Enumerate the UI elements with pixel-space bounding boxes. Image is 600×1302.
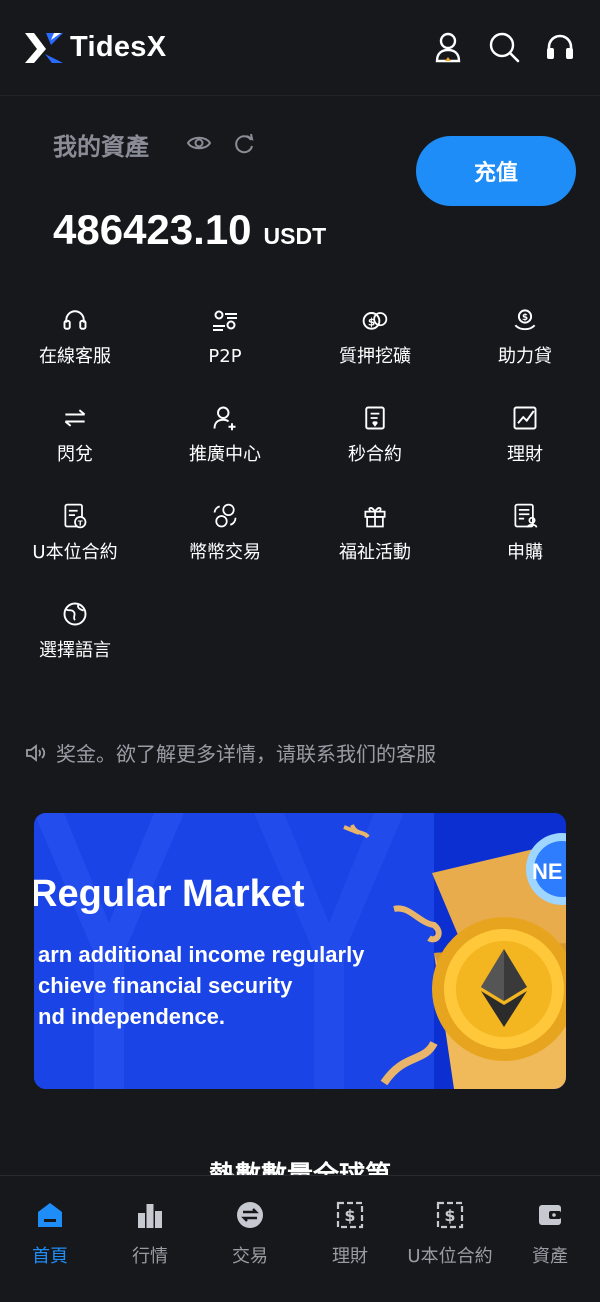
gift-icon	[364, 507, 386, 528]
grid-item-coin-exchange[interactable]: 幣幣交易	[150, 502, 300, 564]
grid-item-subscribe[interactable]: 申購	[450, 502, 600, 564]
grid-item-staking[interactable]: $ 質押挖礦	[300, 306, 450, 368]
nav-label: 理財	[332, 1246, 368, 1267]
banner-line: chieve financial security	[38, 973, 293, 998]
nav-item-home[interactable]: 首頁	[0, 1176, 100, 1302]
grid-item-referral[interactable]: 推廣中心	[150, 404, 300, 466]
grid-label: 申購	[507, 542, 543, 563]
grid-label: 幣幣交易	[189, 542, 261, 563]
eye-icon[interactable]	[186, 132, 212, 158]
user-icon[interactable]	[432, 30, 464, 64]
home-icon	[38, 1203, 62, 1227]
deposit-button[interactable]: 充值	[416, 136, 576, 206]
nav-label: 首頁	[32, 1246, 68, 1267]
headset-icon[interactable]	[544, 30, 576, 64]
notice-bar[interactable]: 奖金。欲了解更多详情，请联系我们的客服	[24, 738, 436, 767]
grid-item-u-contract[interactable]: T U本位合約	[0, 502, 150, 564]
grid-item-swap[interactable]: 閃兌	[0, 404, 150, 466]
user-add-icon	[213, 406, 236, 431]
contract-icon	[365, 406, 385, 430]
tidesx-logo-icon	[25, 32, 63, 63]
grid-label: 福祉活動	[339, 542, 411, 563]
nav-item-markets[interactable]: 行情	[100, 1176, 200, 1302]
nav-label: 資產	[532, 1246, 568, 1267]
grid-item-p2p[interactable]: P2P	[150, 306, 300, 368]
grid-item-seconds-contract[interactable]: 秒合約	[300, 404, 450, 466]
svg-text:$: $	[444, 1206, 455, 1225]
top-header: TidesX	[0, 0, 600, 96]
app-logo[interactable]: TidesX	[24, 31, 166, 65]
grid-label: 助力貸	[498, 346, 552, 367]
banner-title: Regular Market	[34, 873, 305, 915]
grid-label: 在線客服	[39, 346, 111, 367]
refresh-icon[interactable]	[233, 132, 255, 158]
notice-text: 奖金。欲了解更多详情，请联系我们的客服	[56, 742, 436, 766]
wealth-icon: $	[336, 1201, 364, 1229]
nav-item-trade[interactable]: 交易	[200, 1176, 300, 1302]
grid-label: 推廣中心	[189, 444, 261, 465]
headset-icon	[63, 310, 87, 330]
nav-label: U本位合約	[407, 1246, 493, 1267]
swap-icon	[64, 409, 86, 427]
svg-text:$: $	[522, 313, 528, 323]
banner-line: nd independence.	[38, 1004, 226, 1029]
balance-amount: 486423.10	[53, 206, 252, 253]
nav-item-wealth[interactable]: $ 理財	[300, 1176, 400, 1302]
speaker-icon	[26, 743, 46, 762]
grid-item-wealth[interactable]: 理財	[450, 404, 600, 466]
grid-item-loan[interactable]: $ 助力貸	[450, 306, 600, 368]
grid-item-language[interactable]: 選擇語言	[0, 600, 150, 662]
promo-banner[interactable]: NE Regular Market arn additional income …	[34, 813, 566, 1089]
grid-label: 選擇語言	[39, 640, 111, 661]
banner-badge: NE	[532, 859, 563, 884]
grid-label: 質押挖礦	[339, 346, 411, 367]
balance-unit: USDT	[263, 223, 327, 249]
coins-icon: $	[362, 312, 388, 330]
my-assets-title: 我的資產	[53, 133, 149, 161]
quick-actions-grid: 在線客服 P2P $ 質押挖礦 $ 助力貸 閃兌 推廣中心 秒合約 理財 T U…	[0, 306, 600, 662]
p2p-icon	[213, 310, 237, 331]
u-contract-icon: T	[64, 503, 87, 529]
asset-balance: 486423.10 USDT	[53, 206, 326, 254]
nav-label: 交易	[232, 1246, 268, 1267]
grid-label: U本位合約	[32, 542, 118, 563]
grid-item-welfare[interactable]: 福祉活動	[300, 502, 450, 564]
grid-item-customer-service[interactable]: 在線客服	[0, 306, 150, 368]
grid-label: 理財	[507, 444, 543, 465]
trade-icon	[237, 1202, 263, 1228]
brand-name: TidesX	[70, 31, 167, 63]
globe-icon	[63, 602, 87, 626]
wallet-icon	[539, 1205, 561, 1225]
nav-item-u-contract[interactable]: $ U本位合約	[400, 1176, 500, 1302]
banner-line: arn additional income regularly	[38, 942, 365, 967]
search-icon[interactable]	[488, 30, 520, 64]
bottom-nav: 首頁 行情 交易 $ 理財 $ U本位合約 資產	[0, 1175, 600, 1302]
nav-label: 行情	[132, 1246, 168, 1267]
svg-text:T: T	[78, 520, 83, 528]
coin-exchange-icon	[213, 503, 237, 528]
svg-text:$: $	[368, 316, 375, 328]
svg-text:$: $	[344, 1206, 355, 1225]
nav-item-assets[interactable]: 資產	[500, 1176, 600, 1302]
grid-label: 閃兌	[57, 444, 93, 465]
bar-chart-icon	[138, 1204, 162, 1228]
chart-icon	[513, 406, 537, 430]
u-contract-icon: $	[436, 1201, 464, 1229]
subscribe-icon	[514, 503, 538, 528]
grid-label: 秒合約	[348, 444, 402, 465]
grid-label: P2P	[208, 346, 242, 367]
loan-icon: $	[514, 309, 536, 331]
